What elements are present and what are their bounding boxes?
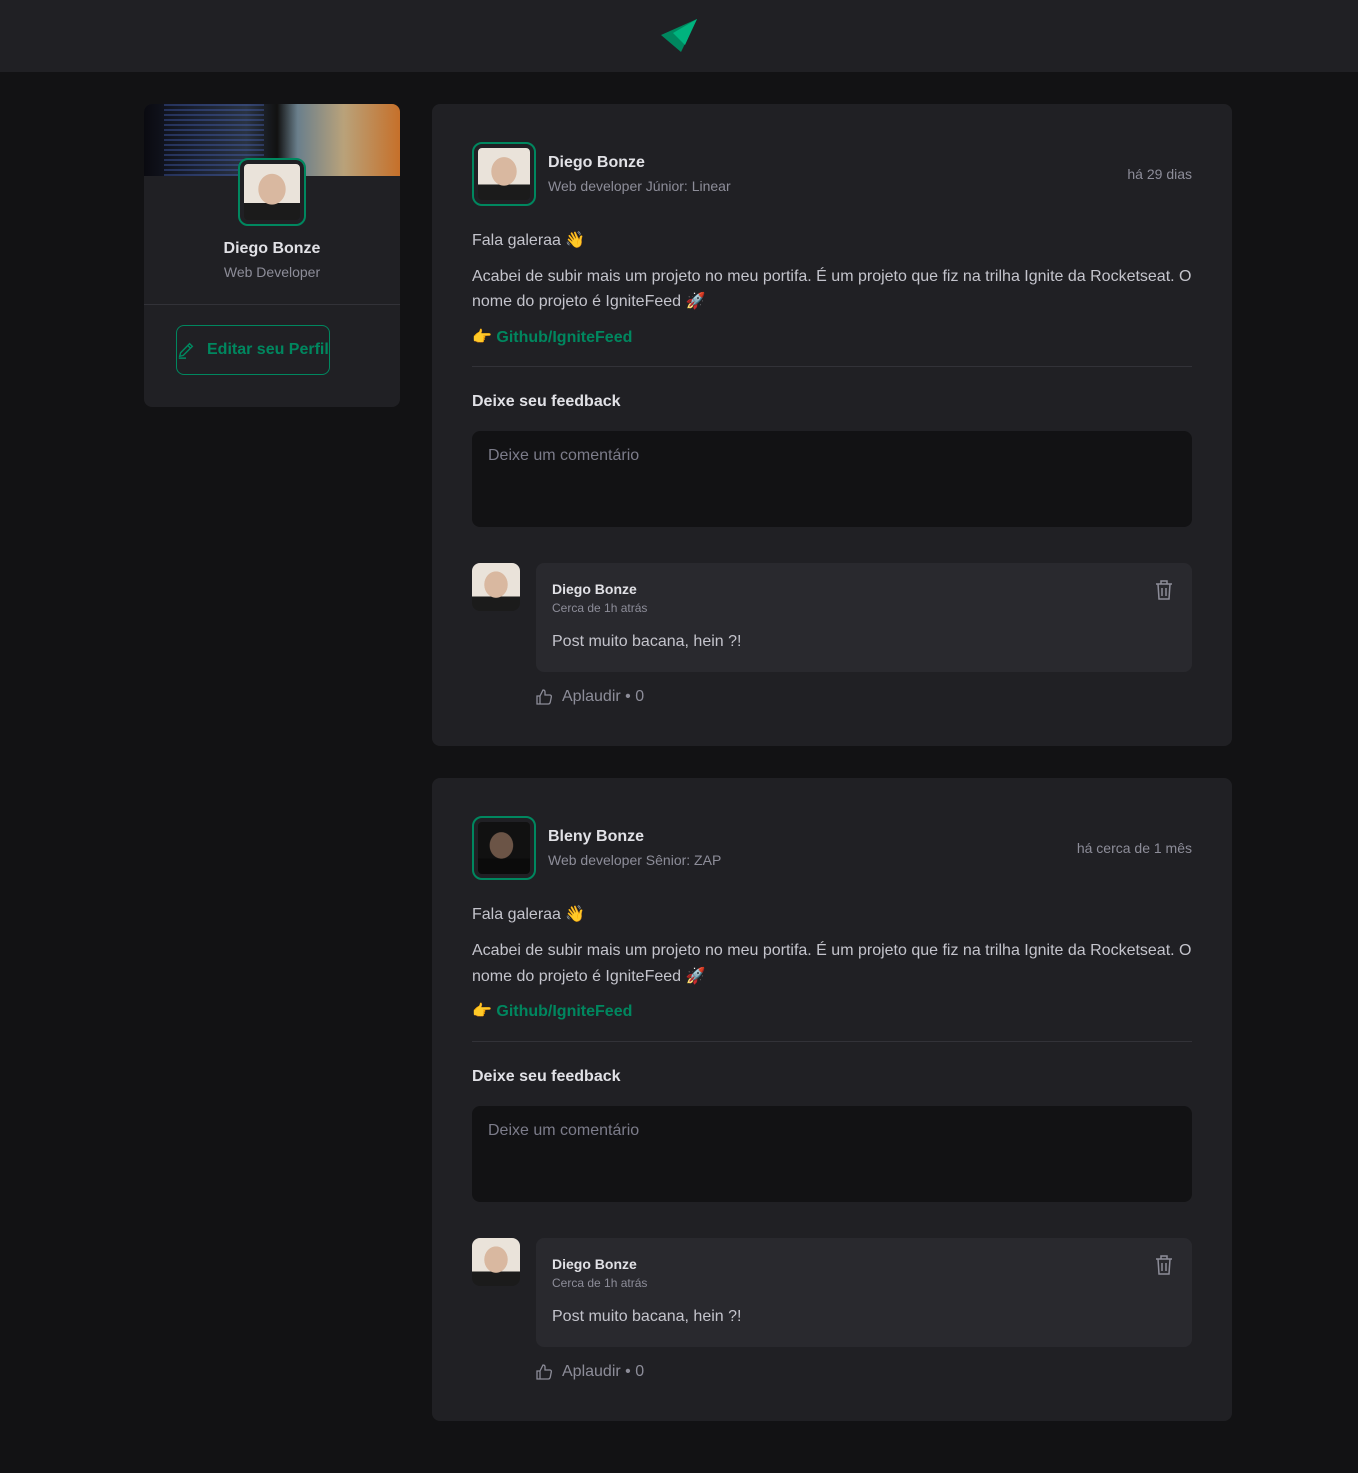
feed: Diego Bonze Web developer Júnior: Linear… xyxy=(432,104,1232,1421)
applaud-button[interactable]: Aplaudir • 0 xyxy=(536,1363,1192,1381)
author-role: Web developer Júnior: Linear xyxy=(548,178,731,194)
profile-role: Web Developer xyxy=(223,264,321,280)
post-body: Acabei de subir mais um projeto no meu p… xyxy=(472,941,1192,985)
comment-text: Post muito bacana, hein ?! xyxy=(552,1307,742,1325)
divider xyxy=(472,366,1192,368)
pointing-hand-icon: 👉 xyxy=(472,328,492,346)
comment-input[interactable] xyxy=(472,1105,1192,1202)
pencil-icon xyxy=(178,342,194,359)
comment-avatar xyxy=(472,563,520,612)
post-time: há 29 dias xyxy=(1127,166,1192,182)
trash-icon[interactable] xyxy=(1154,1254,1174,1276)
comment-time: Cerca de 1h atrás xyxy=(552,1275,648,1290)
profile-name: Diego Bonze xyxy=(223,240,321,257)
author-name: Bleny Bonze xyxy=(548,828,645,846)
feedback-title: Deixe seu feedback xyxy=(472,1067,621,1085)
post: Diego Bonze Web developer Júnior: Linear… xyxy=(432,104,1232,747)
comment-time: Cerca de 1h atrás xyxy=(552,601,648,616)
edit-profile-label: Editar seu Perfil xyxy=(207,341,329,358)
profile-avatar xyxy=(238,158,306,226)
post-link[interactable]: Github/IgniteFeed xyxy=(496,1003,632,1020)
author-avatar[interactable] xyxy=(472,816,536,881)
comment-text: Post muito bacana, hein ?! xyxy=(552,633,742,651)
applaud-button[interactable]: Aplaudir • 0 xyxy=(536,688,1192,706)
pointing-hand-icon: 👉 xyxy=(472,1003,492,1021)
comment-author: Diego Bonze xyxy=(552,1255,637,1272)
post-greeting: Fala galeraa 👋 xyxy=(472,906,586,924)
thumbs-up-icon xyxy=(536,689,552,706)
profile-sidebar: Diego Bonze Web Developer Editar seu Per… xyxy=(144,104,400,407)
post-body: Acabei de subir mais um projeto no meu p… xyxy=(472,267,1192,311)
trash-icon[interactable] xyxy=(1154,579,1174,601)
feedback-title: Deixe seu feedback xyxy=(472,393,621,411)
divider xyxy=(472,1040,1192,1042)
applaud-label: Aplaudir • 0 xyxy=(562,688,645,706)
author-role: Web developer Sênior: ZAP xyxy=(548,852,722,869)
edit-profile-button[interactable]: Editar seu Perfil xyxy=(176,325,330,375)
post-time: há cerca de 1 mês xyxy=(1076,840,1192,857)
ignite-logo-icon xyxy=(661,19,697,52)
comment: Diego Bonze Cerca de 1h atrás Post muito… xyxy=(472,1237,1192,1381)
post-greeting: Fala galeraa 👋 xyxy=(472,232,586,249)
comment-author: Diego Bonze xyxy=(552,581,637,598)
applaud-label: Aplaudir • 0 xyxy=(562,1362,645,1380)
app-header xyxy=(0,0,1358,72)
thumbs-up-icon xyxy=(536,1364,552,1380)
comment-avatar xyxy=(472,1237,520,1286)
author-name: Diego Bonze xyxy=(548,154,645,171)
author-avatar[interactable] xyxy=(472,142,536,206)
post-link[interactable]: Github/IgniteFeed xyxy=(496,329,632,346)
comment: Diego Bonze Cerca de 1h atrás Post muito… xyxy=(472,563,1192,706)
comment-input[interactable] xyxy=(472,431,1192,528)
post: Bleny Bonze Web developer Sênior: ZAP há… xyxy=(432,778,1232,1421)
